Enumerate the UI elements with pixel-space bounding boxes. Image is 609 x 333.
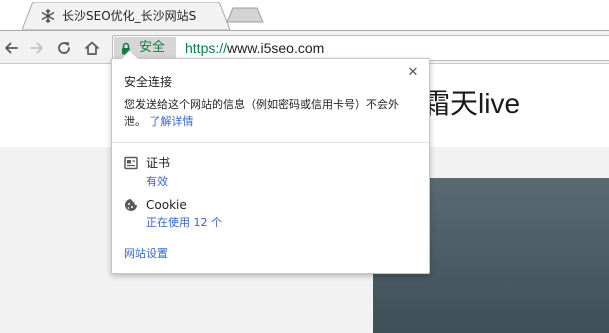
tab-title: 长沙SEO优化_长沙网站S: [62, 9, 197, 23]
site-logo[interactable]: 霜天live: [422, 86, 520, 122]
url-host: www.i5seo.com: [227, 40, 325, 56]
certificate-status-link[interactable]: 有效: [146, 175, 168, 189]
forward-button[interactable]: [26, 37, 48, 59]
cookie-label: Cookie: [146, 198, 187, 212]
back-button[interactable]: [0, 37, 22, 59]
back-arrow-icon: [5, 42, 18, 54]
url-text[interactable]: https://www.i5seo.com: [185, 39, 324, 57]
certificate-label: 证书: [146, 156, 171, 170]
browser-window: 长沙SEO优化_长沙网站S 安全 https://www.i5seo.com 霜…: [0, 0, 609, 333]
close-icon[interactable]: ✕: [407, 66, 419, 79]
forward-arrow-icon: [30, 42, 43, 54]
connection-description: 您发送给这个网站的信息（例如密码或信用卡号）不会外泄。 了解详情: [124, 96, 420, 130]
home-icon: [85, 41, 99, 55]
snowflake-favicon-icon: [41, 8, 55, 24]
cookie-icon: [125, 199, 137, 211]
cookie-status-link[interactable]: 正在使用 12 个: [146, 216, 222, 230]
popup-divider: [112, 142, 429, 143]
site-logo-text: 霜天live: [422, 88, 521, 119]
certificate-icon: [124, 156, 138, 170]
connection-title: 安全连接: [124, 75, 173, 89]
learn-more-link[interactable]: 了解详情: [150, 115, 194, 128]
site-info-popup: ✕ 安全连接 您发送给这个网站的信息（例如密码或信用卡号）不会外泄。 了解详情 …: [111, 49, 430, 274]
tab-strip: 长沙SEO优化_长沙网站S: [0, 0, 609, 30]
site-settings-link[interactable]: 网站设置: [124, 247, 168, 261]
reload-button[interactable]: [53, 37, 75, 59]
reload-icon: [58, 42, 70, 54]
home-button[interactable]: [81, 37, 103, 59]
url-scheme: https://: [185, 40, 228, 56]
new-tab-button[interactable]: [226, 7, 264, 23]
secure-label: 安全: [139, 40, 166, 55]
